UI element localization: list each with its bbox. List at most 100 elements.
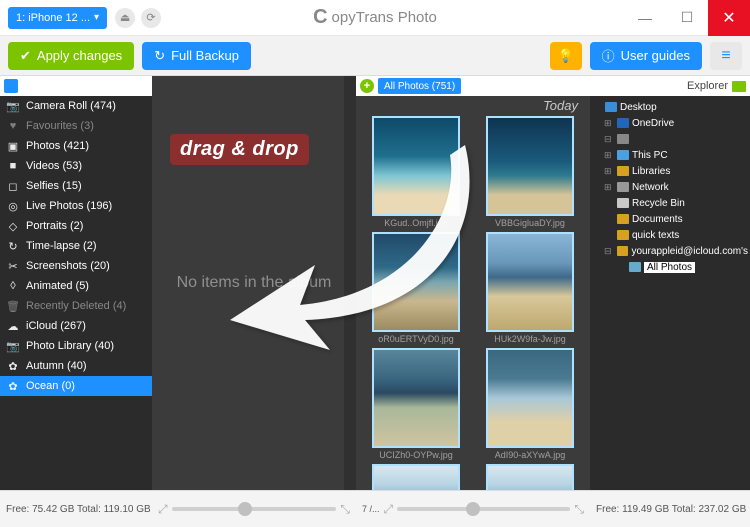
sidebar-item[interactable]: ♥Favourites (3) bbox=[0, 116, 152, 136]
tree-node-icon bbox=[617, 150, 629, 160]
action-bar: ✔ Apply changes ↻ Full Backup 💡 ⓘ User g… bbox=[0, 36, 750, 76]
tree-node[interactable]: ⊞ Libraries bbox=[592, 163, 748, 179]
thumbnail-filename: UCIZh0-OYPw.jpg bbox=[379, 450, 453, 460]
footer: Free: 75.42 GB Total: 119.10 GB ⤢ ⤡ 7 /.… bbox=[0, 490, 750, 527]
sidebar-item-icon: ✿ bbox=[6, 380, 20, 393]
tree-node[interactable]: ⊞ OneDrive bbox=[592, 115, 748, 131]
sidebar-item-label: iCloud (267) bbox=[26, 320, 86, 332]
bulb-icon: 💡 bbox=[558, 48, 574, 64]
tree-node[interactable]: Desktop bbox=[592, 99, 748, 115]
sidebar-item[interactable]: 📷Photo Library (40) bbox=[0, 336, 152, 356]
tree-expander[interactable]: ⊞ bbox=[604, 118, 614, 129]
sidebar-item-label: Animated (5) bbox=[26, 280, 89, 292]
sidebar-item[interactable]: 📷Camera Roll (474) bbox=[0, 96, 152, 116]
tree-node-icon bbox=[617, 198, 629, 208]
minimize-button[interactable]: — bbox=[624, 0, 666, 36]
titlebar: 1: iPhone 12 ... ⏏ ⟳ C opyTrans Photo — … bbox=[0, 0, 750, 36]
sidebar-item-icon: ✿ bbox=[6, 360, 20, 373]
thumbnail[interactable]: HUk2W9fa-Jw.jpg bbox=[480, 232, 580, 344]
tree-node-label: Desktop bbox=[620, 102, 657, 113]
tree-node[interactable]: Documents bbox=[592, 211, 748, 227]
tree-node[interactable]: ⊟ bbox=[592, 131, 748, 147]
zoom-in-icon[interactable]: ⤡ bbox=[340, 502, 350, 517]
album-scrollbar[interactable] bbox=[344, 76, 356, 490]
sidebar-item-label: Photos (421) bbox=[26, 140, 89, 152]
workspace: 🖼 📷Camera Roll (474)♥Favourites (3)▣Phot… bbox=[0, 76, 750, 490]
zoom-slider-right[interactable] bbox=[397, 507, 570, 511]
thumbnail[interactable]: AdI90-aXYwA.jpg bbox=[480, 348, 580, 460]
zoom-out-icon-2[interactable]: ⤢ bbox=[384, 502, 394, 517]
grid[interactable]: Today KGud..Omjfl.jpgVBBGigluaDY.jpgoR0u… bbox=[356, 96, 590, 490]
sidebar-item[interactable]: ✂Screenshots (20) bbox=[0, 256, 152, 276]
sidebar-item-label: Camera Roll (474) bbox=[26, 100, 116, 112]
tree-node-label: Network bbox=[632, 182, 669, 193]
tips-button[interactable]: 💡 bbox=[550, 42, 582, 70]
sidebar-item-label: Photo Library (40) bbox=[26, 340, 114, 352]
tree-node-icon bbox=[617, 118, 629, 128]
tree-node[interactable]: ⊞ This PC bbox=[592, 147, 748, 163]
thumbnail[interactable]: oR0uERTVyD0.jpg bbox=[366, 232, 466, 344]
sidebar-item[interactable]: ☁iCloud (267) bbox=[0, 316, 152, 336]
user-guides-button[interactable]: ⓘ User guides bbox=[590, 42, 702, 70]
sidebar-item[interactable]: ↻Time-lapse (2) bbox=[0, 236, 152, 256]
tree-node-label: OneDrive bbox=[632, 118, 674, 129]
sidebar-item[interactable]: ◇Portraits (2) bbox=[0, 216, 152, 236]
close-button[interactable]: ✕ bbox=[708, 0, 750, 36]
zoom-slider-left[interactable] bbox=[172, 507, 337, 511]
apply-changes-button[interactable]: ✔ Apply changes bbox=[8, 42, 134, 70]
thumbnail[interactable]: VBBGigluaDY.jpg bbox=[480, 116, 580, 228]
sidebar-item[interactable]: ▣Photos (421) bbox=[0, 136, 152, 156]
thumbnail[interactable]: KGud..Omjfl.jpg bbox=[366, 116, 466, 228]
thumbnail[interactable] bbox=[480, 464, 580, 490]
sidebar: 🖼 📷Camera Roll (474)♥Favourites (3)▣Phot… bbox=[0, 76, 152, 490]
tree-node-label: Libraries bbox=[632, 166, 670, 177]
sidebar-item[interactable]: ◊Animated (5) bbox=[0, 276, 152, 296]
app-title: C opyTrans Photo bbox=[313, 6, 437, 29]
view-list-icon[interactable] bbox=[4, 79, 18, 93]
album-panel[interactable]: No items in the album drag & drop bbox=[152, 76, 356, 490]
guides-label: User guides bbox=[621, 48, 690, 63]
sidebar-item[interactable]: ■Videos (53) bbox=[0, 156, 152, 176]
thumbnail-filename: oR0uERTVyD0.jpg bbox=[378, 334, 454, 344]
album-pill[interactable]: All Photos (751) bbox=[378, 78, 461, 94]
sidebar-item-icon: ■ bbox=[6, 160, 20, 172]
sidebar-item-icon: ◎ bbox=[6, 200, 20, 213]
sidebar-item[interactable]: ✿Ocean (0) bbox=[0, 376, 152, 396]
menu-button[interactable]: ≡ bbox=[710, 42, 742, 70]
tree-expander[interactable]: ⊟ bbox=[604, 246, 614, 257]
tree-expander[interactable]: ⊞ bbox=[604, 150, 614, 161]
zoom-in-icon-2[interactable]: ⤡ bbox=[574, 502, 584, 517]
thumbnail[interactable]: UCIZh0-OYPw.jpg bbox=[366, 348, 466, 460]
thumbnail[interactable] bbox=[366, 464, 466, 490]
page-indicator: 7 /... bbox=[362, 504, 380, 514]
drag-drop-overlay: drag & drop bbox=[170, 134, 309, 165]
tree-expander[interactable]: ⊟ bbox=[604, 134, 614, 145]
footer-storage-right: Free: 119.49 GB Total: 237.02 GB bbox=[590, 504, 750, 515]
folder-icon[interactable] bbox=[732, 81, 746, 92]
tree-node[interactable]: Recycle Bin bbox=[592, 195, 748, 211]
sidebar-item[interactable]: ◎Live Photos (196) bbox=[0, 196, 152, 216]
eject-icon[interactable]: ⏏ bbox=[115, 8, 135, 28]
tree-expander[interactable]: ⊞ bbox=[604, 166, 614, 177]
view-thumb-icon[interactable]: 🖼 bbox=[24, 79, 38, 93]
full-backup-button[interactable]: ↻ Full Backup bbox=[142, 42, 251, 70]
sidebar-item-icon: ↻ bbox=[6, 240, 20, 253]
sidebar-item[interactable]: ✿Autumn (40) bbox=[0, 356, 152, 376]
explorer-tree[interactable]: Desktop ⊞ OneDrive ⊟ ⊞ This PC ⊞ Libraries ⊞ Netw… bbox=[590, 96, 750, 490]
sidebar-item[interactable]: 🗑Recently Deleted (4) bbox=[0, 296, 152, 316]
tree-expander[interactable]: ⊞ bbox=[604, 182, 614, 193]
tree-node[interactable]: ⊞ Network bbox=[592, 179, 748, 195]
explorer-panel: Explorer Desktop⊞OneDrive⊟⊞This PC⊞Libra… bbox=[590, 76, 750, 490]
add-album-icon[interactable]: + bbox=[360, 79, 374, 93]
tree-node-label: This PC bbox=[632, 150, 668, 161]
sidebar-item-label: Screenshots (20) bbox=[26, 260, 110, 272]
device-selector[interactable]: 1: iPhone 12 ... bbox=[8, 7, 107, 29]
zoom-out-icon[interactable]: ⤢ bbox=[158, 502, 168, 517]
thumbnail-filename: AdI90-aXYwA.jpg bbox=[495, 450, 566, 460]
maximize-button[interactable]: ☐ bbox=[666, 0, 708, 36]
sidebar-item[interactable]: ◻Selfies (15) bbox=[0, 176, 152, 196]
tree-node[interactable]: All Photos bbox=[592, 259, 748, 275]
tree-node[interactable]: quick texts bbox=[592, 227, 748, 243]
refresh-icon[interactable]: ⟳ bbox=[141, 8, 161, 28]
tree-node[interactable]: ⊟yourappleid@icloud.com's bbox=[592, 243, 748, 259]
